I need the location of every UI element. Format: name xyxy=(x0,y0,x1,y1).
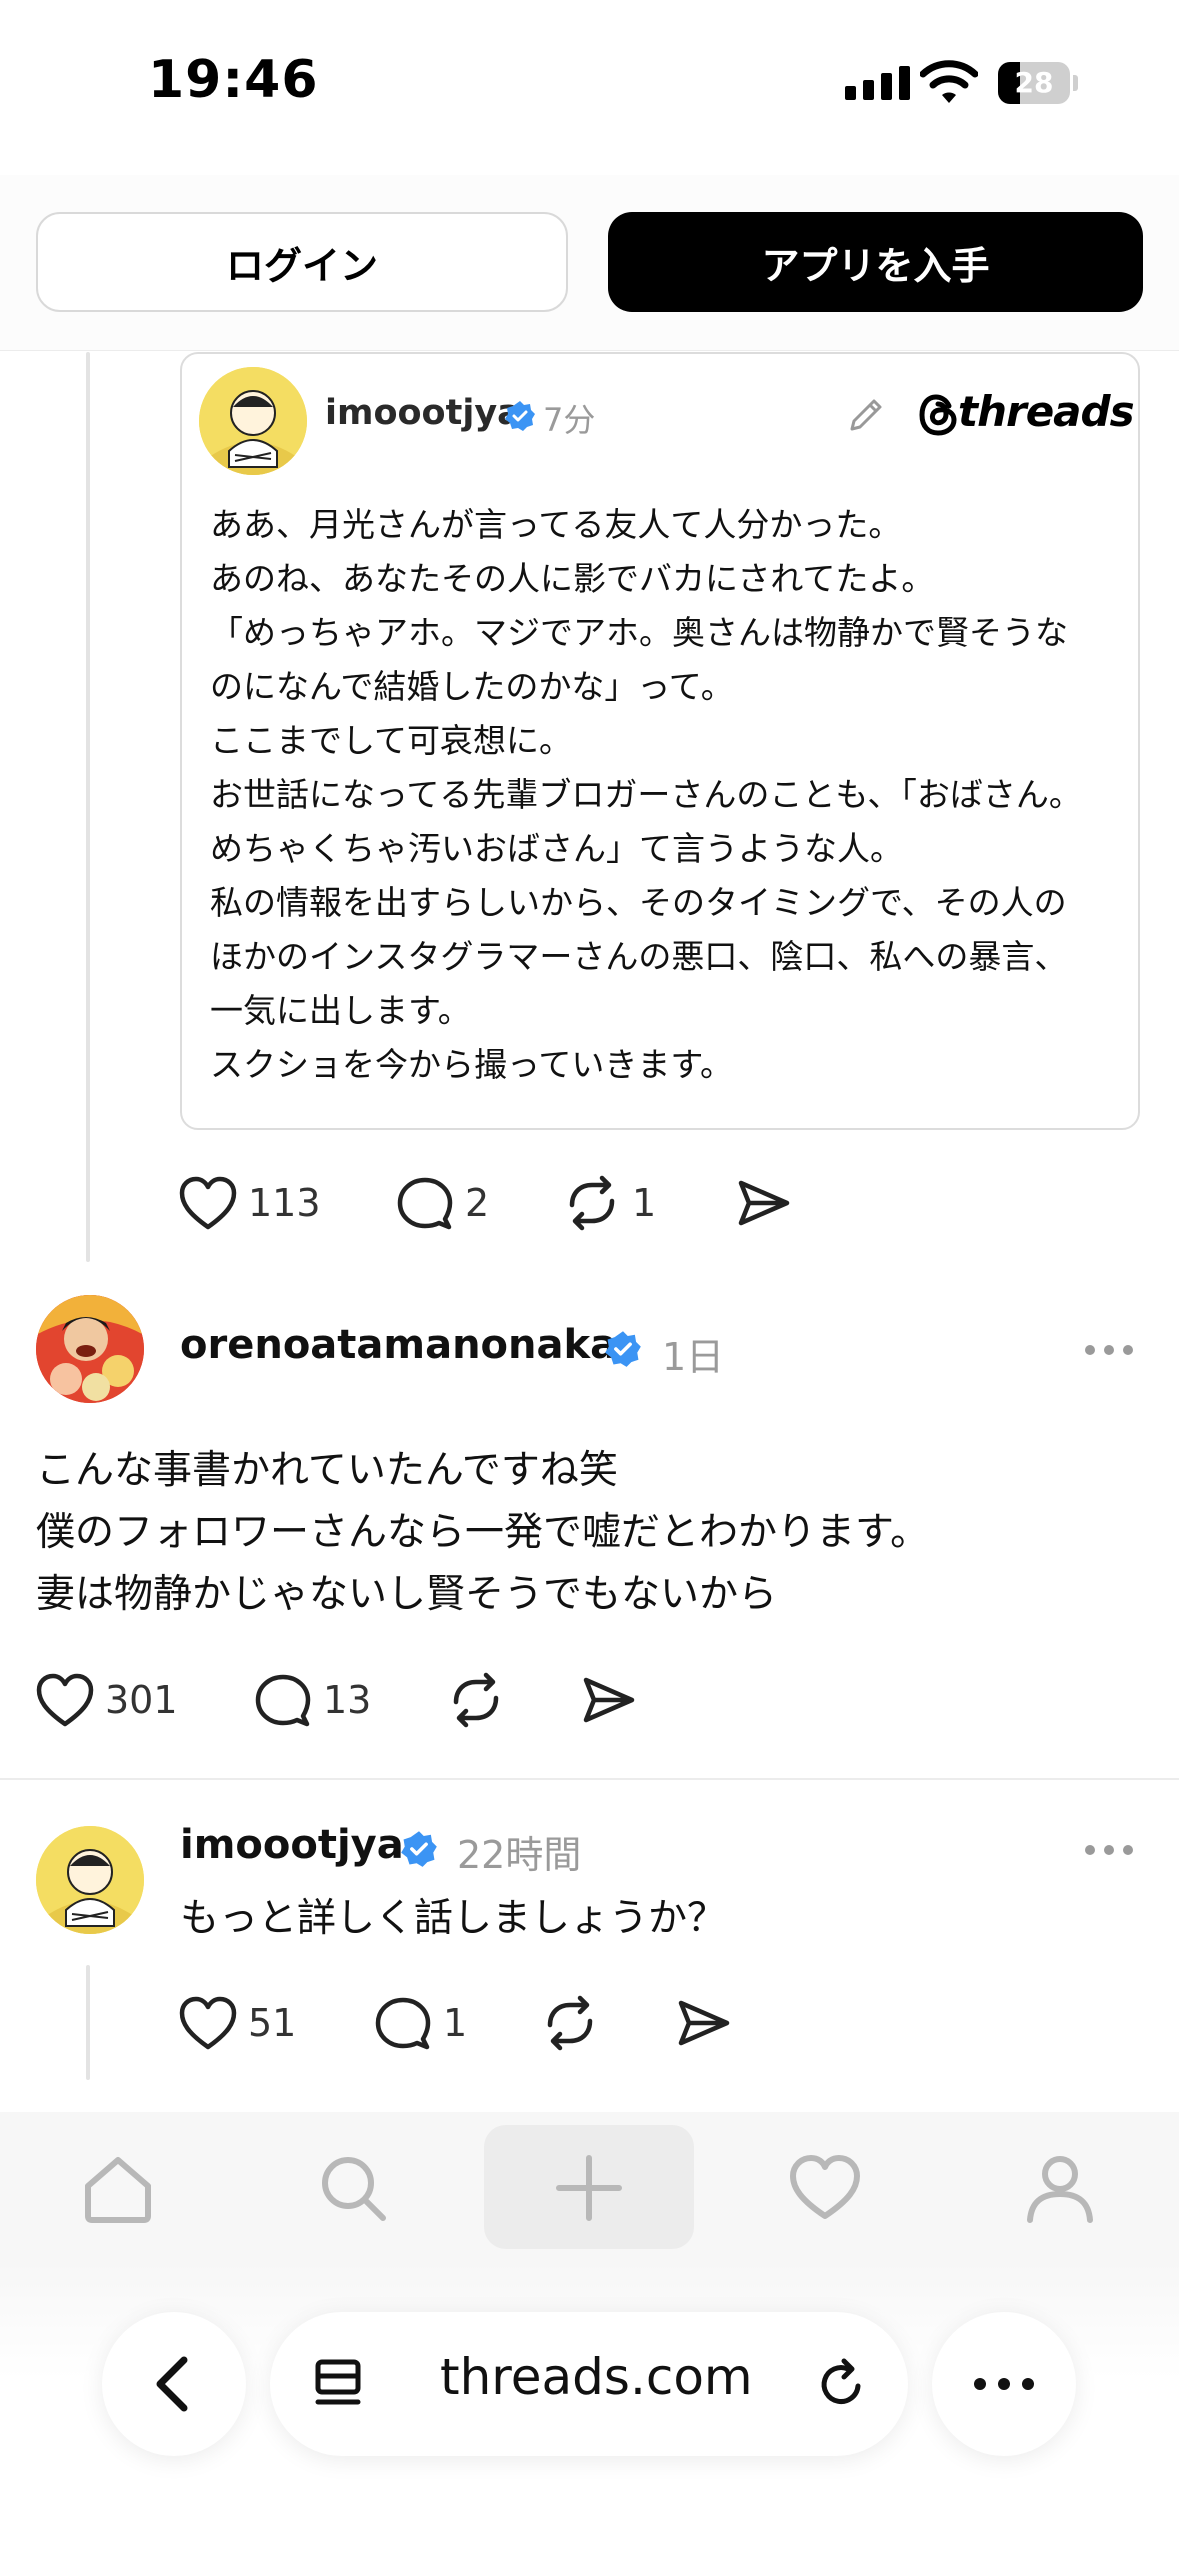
text-line: のになんで結婚したのかな」って。 xyxy=(210,667,734,706)
heart-icon xyxy=(36,1673,94,1727)
heart-icon xyxy=(179,1996,237,2050)
ellipsis-icon xyxy=(974,2378,1034,2390)
text-line: こんな事書かれていたんですね笑 xyxy=(36,1448,618,1493)
post-text: こんな事書かれていたんですね笑 僕のフォロワーさんなら一発で嘘だとわかります。 … xyxy=(36,1440,929,1626)
login-button[interactable]: ログイン xyxy=(36,212,568,312)
profile-icon[interactable] xyxy=(1024,2152,1096,2224)
verified-badge-icon xyxy=(505,401,535,431)
comment-icon xyxy=(375,1997,431,2050)
verified-badge-icon xyxy=(401,1831,437,1867)
like-count: 301 xyxy=(105,1678,178,1722)
send-icon xyxy=(738,1180,790,1226)
text-line: お世話になってる先輩ブロガーさんのことも、「おばさん。 xyxy=(210,775,1082,814)
home-icon[interactable] xyxy=(82,2152,154,2224)
text-line: あのね、あなたその人に影でバカにされてたよ。 xyxy=(210,559,935,598)
repost-button[interactable]: 1 xyxy=(562,1175,656,1231)
quoted-username[interactable]: imoootjya xyxy=(325,393,521,433)
post-time: 22時間 xyxy=(457,1833,582,1877)
send-icon xyxy=(583,1677,635,1723)
share-button[interactable] xyxy=(580,1672,636,1728)
avatar[interactable] xyxy=(199,367,307,475)
quoted-post-text: ああ、月光さんが言ってる友人て人分かった。 あのね、あなたその人に影でバカにされ… xyxy=(210,498,1110,1092)
text-line: ここまでして可哀想に。 xyxy=(210,721,573,760)
tab-overview-icon[interactable] xyxy=(312,2356,368,2412)
reply-count: 13 xyxy=(323,1678,372,1722)
threads-logo-icon xyxy=(919,394,957,436)
threads-logo-text: threads xyxy=(958,387,1135,436)
comment-icon xyxy=(397,1177,453,1230)
repost-count: 1 xyxy=(632,1181,657,1225)
chevron-left-icon xyxy=(156,2356,188,2412)
repost-button[interactable] xyxy=(446,1672,506,1728)
url-text[interactable]: threads.com xyxy=(440,2348,753,2406)
verified-badge-icon xyxy=(605,1331,641,1367)
text-line: 「めっちゃアホ。マジでアホ。奥さんは物静かで賢そうな xyxy=(210,613,1068,652)
avatar[interactable] xyxy=(36,1826,144,1934)
reply-count: 2 xyxy=(465,1181,490,1225)
post-username[interactable]: imoootjya xyxy=(180,1822,404,1868)
plus-icon[interactable] xyxy=(553,2152,625,2224)
post-time: 1日 xyxy=(662,1335,725,1379)
post-username[interactable]: orenoatamanonaka xyxy=(180,1322,617,1368)
repost-button[interactable] xyxy=(540,1995,600,2051)
heart-icon[interactable] xyxy=(789,2152,861,2224)
status-time: 19:46 xyxy=(148,50,319,110)
repost-icon xyxy=(569,1175,615,1231)
heart-icon xyxy=(179,1176,237,1230)
like-button[interactable]: 113 xyxy=(178,1175,321,1231)
pencil-icon xyxy=(850,399,882,431)
text-line: ほかのインスタグラマーさんの悪口、陰口、私への暴言、 xyxy=(210,937,1068,976)
thread-line xyxy=(86,1965,90,2080)
like-count: 113 xyxy=(248,1181,321,1225)
text-line: 私の情報を出すらしいから、そのタイミングで、その人の xyxy=(210,883,1067,922)
quoted-time: 7分 xyxy=(543,401,596,439)
wifi-icon xyxy=(920,60,978,103)
post-divider xyxy=(0,1778,1179,1780)
signal-icon xyxy=(845,66,910,100)
text-line: めちゃくちゃ汚いおばさん」て言うような人。 xyxy=(210,829,903,868)
battery-level: 28 xyxy=(1014,66,1054,99)
comment-icon xyxy=(255,1674,311,1727)
avatar[interactable] xyxy=(36,1295,144,1403)
repost-icon xyxy=(453,1672,499,1728)
search-icon[interactable] xyxy=(317,2152,389,2224)
reload-icon[interactable] xyxy=(814,2356,870,2412)
text-line: 一気に出します。 xyxy=(210,991,471,1030)
like-button[interactable]: 51 xyxy=(178,1995,296,2051)
text-line: スクショを今から撮っていきます。 xyxy=(210,1045,734,1084)
text-line: 妻は物静かじゃないし賢そうでもないから xyxy=(36,1572,778,1617)
text-line: ああ、月光さんが言ってる友人て人分かった。 xyxy=(210,505,902,544)
reply-button[interactable]: 2 xyxy=(395,1175,489,1231)
reply-count: 1 xyxy=(443,2001,468,2045)
post-text: もっと詳しく話しましょうか？ xyxy=(180,1896,727,1941)
reply-button[interactable]: 1 xyxy=(373,1995,467,2051)
more-options-button[interactable] xyxy=(1085,1345,1133,1355)
like-button[interactable]: 301 xyxy=(35,1672,178,1728)
battery-icon: 28 xyxy=(998,62,1078,104)
text-line: 僕のフォロワーさんなら一発で嘘だとわかります。 xyxy=(36,1510,930,1555)
share-button[interactable] xyxy=(735,1175,791,1231)
more-options-button[interactable] xyxy=(1085,1845,1133,1855)
like-count: 51 xyxy=(248,2001,297,2045)
thread-line xyxy=(86,352,90,1262)
share-button[interactable] xyxy=(675,1995,731,2051)
send-icon xyxy=(678,2000,730,2046)
back-button[interactable] xyxy=(102,2312,246,2456)
repost-icon xyxy=(547,1995,593,2051)
reply-button[interactable]: 13 xyxy=(253,1672,371,1728)
more-menu-button[interactable] xyxy=(932,2312,1076,2456)
get-app-button[interactable]: アプリを入手 xyxy=(608,212,1143,312)
